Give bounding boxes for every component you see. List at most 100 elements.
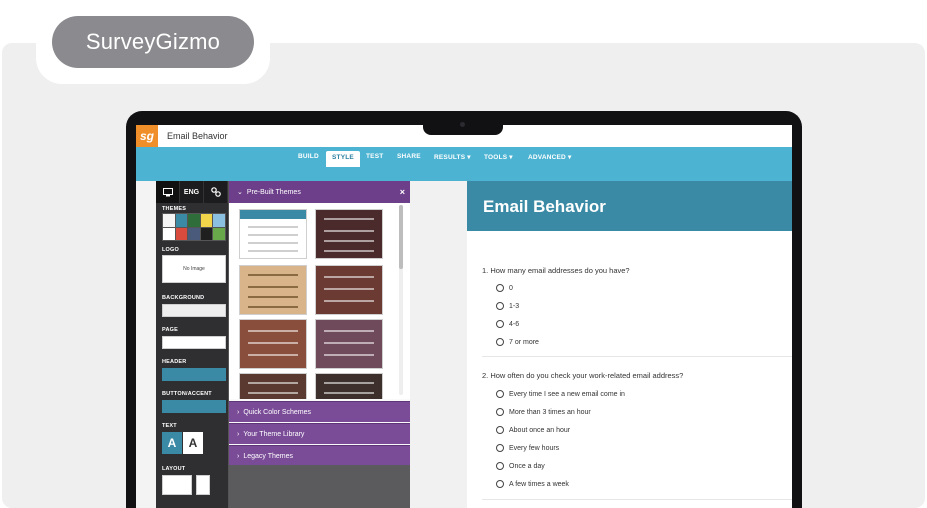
logo-label: LOGO xyxy=(162,247,179,253)
radio-option[interactable]: A few times a week xyxy=(496,480,569,488)
option-label: Every few hours xyxy=(509,444,560,452)
layout-label: LAYOUT xyxy=(162,466,186,472)
chevron-right-icon: › xyxy=(237,408,240,416)
radio-option[interactable]: About once an hour xyxy=(496,426,570,434)
text-swatch-light[interactable]: A xyxy=(162,432,182,454)
logo-upload[interactable]: No Image xyxy=(162,255,226,283)
close-icon[interactable]: × xyxy=(400,187,405,197)
theme-thumbnail[interactable] xyxy=(239,373,307,399)
theme-thumbnail[interactable] xyxy=(239,209,307,259)
radio-button[interactable] xyxy=(496,302,504,310)
link-icon[interactable] xyxy=(204,181,228,203)
accordion-label: Your Theme Library xyxy=(243,430,305,438)
question-divider xyxy=(482,356,792,357)
radio-option[interactable]: 0 xyxy=(496,284,513,292)
radio-button[interactable] xyxy=(496,480,504,488)
option-label: 7 or more xyxy=(509,338,539,346)
accordion-label: Legacy Themes xyxy=(243,452,294,460)
layout-option-mobile[interactable] xyxy=(196,475,210,495)
desktop-icon[interactable] xyxy=(156,181,180,203)
text-swatch-dark[interactable]: A xyxy=(183,432,203,454)
theme-thumbnail[interactable] xyxy=(315,209,383,259)
button-accent-label: BUTTON/ACCENT xyxy=(162,391,212,397)
camera-notch xyxy=(423,111,503,135)
chevron-down-icon: ⌄ xyxy=(237,189,243,196)
option-label: A few times a week xyxy=(509,480,569,488)
theme-thumbnail[interactable] xyxy=(315,265,383,315)
background-color-swatch[interactable] xyxy=(162,304,226,317)
option-label: 4-6 xyxy=(509,320,520,328)
tab-style[interactable]: STYLE xyxy=(326,151,360,167)
question-title: 2. How often do you check your work-rela… xyxy=(482,371,684,380)
radio-button[interactable] xyxy=(496,444,504,452)
option-label: Every time I see a new email come in xyxy=(509,390,625,398)
sidebar-tabs: ENG xyxy=(156,181,228,203)
accordion-quick-color-schemes[interactable]: › Quick Color Schemes xyxy=(229,401,411,422)
tab-share[interactable]: SHARE xyxy=(397,153,421,160)
radio-option[interactable]: 4-6 xyxy=(496,320,519,328)
radio-button[interactable] xyxy=(496,426,504,434)
radio-button[interactable] xyxy=(496,338,504,346)
brand-pill: SurveyGizmo xyxy=(52,16,254,68)
tab-test[interactable]: TEST xyxy=(366,153,383,160)
page-label: PAGE xyxy=(162,327,178,333)
tab-results[interactable]: RESULTS ▾ xyxy=(434,153,471,161)
theme-thumbnail[interactable] xyxy=(239,265,307,315)
theme-thumbnail[interactable] xyxy=(315,319,383,369)
option-label: 1-3 xyxy=(509,302,520,310)
preview-header: Email Behavior xyxy=(467,181,792,231)
question-title: 1. How many email addresses do you have? xyxy=(482,266,630,275)
theme-panel: ⌄ Pre-Built Themes × › Quick Color Schem… xyxy=(228,181,411,508)
radio-button[interactable] xyxy=(496,284,504,292)
layout-option-desktop[interactable] xyxy=(162,475,192,495)
tab-build[interactable]: BUILD xyxy=(298,153,319,160)
header-label: HEADER xyxy=(162,359,187,365)
option-label: Once a day xyxy=(509,462,545,470)
main-nav: BUILD STYLE TEST SHARE RESULTS ▾ TOOLS ▾… xyxy=(136,147,792,169)
page-color-swatch[interactable] xyxy=(162,336,226,349)
language-tab[interactable]: ENG xyxy=(180,181,204,203)
radio-button[interactable] xyxy=(496,408,504,416)
chevron-right-icon: › xyxy=(237,452,240,460)
preview-title: Email Behavior xyxy=(483,197,606,216)
panel-header[interactable]: ⌄ Pre-Built Themes × xyxy=(229,181,411,203)
accordion-label: Quick Color Schemes xyxy=(243,408,312,416)
background-label: BACKGROUND xyxy=(162,295,205,301)
option-label: More than 3 times an hour xyxy=(509,408,591,416)
survey-preview: Email Behavior 1. How many email address… xyxy=(467,181,792,508)
button-accent-color-swatch[interactable] xyxy=(162,400,226,413)
theme-thumbnails xyxy=(229,203,411,399)
laptop-frame: sg Email Behavior BUILD STYLE TEST SHARE… xyxy=(126,111,802,508)
preview-gutter xyxy=(410,181,467,508)
header-color-swatch[interactable] xyxy=(162,368,226,381)
themes-label: THEMES xyxy=(162,206,187,212)
stage: SurveyGizmo sg Email Behavior BUILD STYL… xyxy=(0,0,927,508)
radio-option[interactable]: Every time I see a new email come in xyxy=(496,390,625,398)
accordion-your-theme-library[interactable]: › Your Theme Library xyxy=(229,423,411,444)
radio-button[interactable] xyxy=(496,390,504,398)
style-sidebar: THEMES LOGO No Image BACKGROUND PAGE HEA… xyxy=(156,203,228,508)
question-divider xyxy=(482,499,792,500)
radio-option[interactable]: 1-3 xyxy=(496,302,519,310)
tab-tools[interactable]: TOOLS ▾ xyxy=(484,153,513,161)
app-logo[interactable]: sg xyxy=(136,125,158,147)
panel-title: Pre-Built Themes xyxy=(246,188,301,196)
radio-option[interactable]: More than 3 times an hour xyxy=(496,408,591,416)
nav-band xyxy=(136,169,792,181)
radio-option[interactable]: Every few hours xyxy=(496,444,559,452)
tab-advanced[interactable]: ADVANCED ▾ xyxy=(528,153,571,161)
text-label: TEXT xyxy=(162,423,177,429)
theme-thumbnail[interactable] xyxy=(239,319,307,369)
chevron-right-icon: › xyxy=(237,430,240,438)
radio-option[interactable]: 7 or more xyxy=(496,338,539,346)
radio-button[interactable] xyxy=(496,320,504,328)
radio-button[interactable] xyxy=(496,462,504,470)
radio-option[interactable]: Once a day xyxy=(496,462,545,470)
option-label: 0 xyxy=(509,284,513,292)
theme-swatch-grid[interactable] xyxy=(162,213,226,241)
panel-footer xyxy=(229,465,411,508)
survey-name: Email Behavior xyxy=(167,131,228,141)
theme-thumbnail[interactable] xyxy=(315,373,383,399)
panel-scrollbar-thumb[interactable] xyxy=(399,205,403,269)
accordion-legacy-themes[interactable]: › Legacy Themes xyxy=(229,445,411,466)
